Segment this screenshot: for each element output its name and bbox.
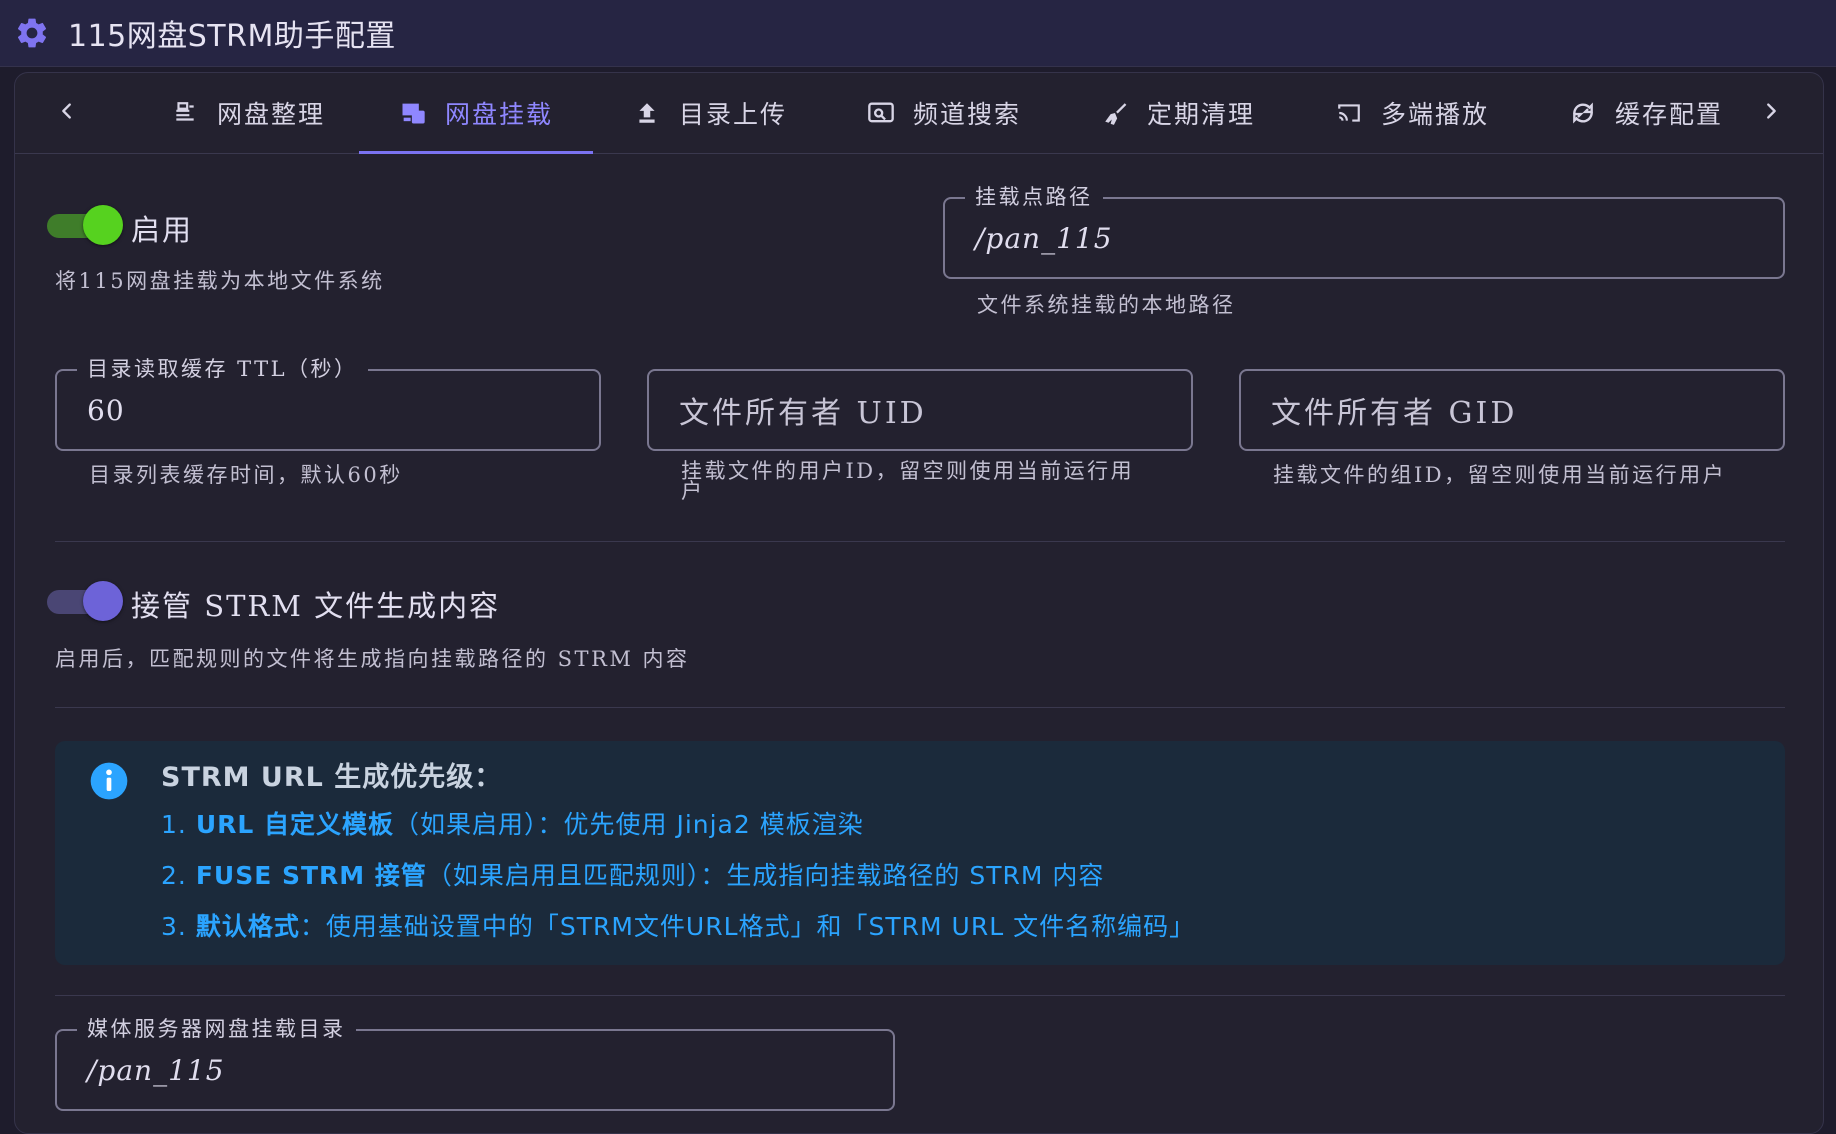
gear-icon xyxy=(14,15,50,51)
tab-label: 网盘挂载 xyxy=(444,100,553,129)
strm-takeover-label: 接管 STRM 文件生成内容 xyxy=(131,589,501,623)
dir-cache-ttl-value: 60 xyxy=(87,393,125,427)
media-server-mount-dir-value: /pan_115 xyxy=(87,1053,225,1087)
tab-scroll-left-button[interactable] xyxy=(47,91,87,131)
dir-cache-ttl-field[interactable]: 目录读取缓存 TTL（秒） 60 xyxy=(55,356,601,451)
info-icon xyxy=(90,762,128,800)
tab-label: 目录上传 xyxy=(678,100,787,129)
broom-icon xyxy=(1101,99,1129,127)
tab-label: 多端播放 xyxy=(1380,100,1489,129)
tab-bar: 网盘整理 网盘挂载 目录上传 频道搜索 定期清理 多端播放 缓存配置 xyxy=(15,73,1823,154)
file-owner-uid-placeholder: 文件所有者 UID xyxy=(679,396,927,431)
tab-label: 网盘整理 xyxy=(216,100,325,129)
tab-upload[interactable]: 目录上传 xyxy=(593,73,827,153)
title-bar: 115网盘STRM助手配置 xyxy=(0,0,1836,67)
strm-priority-info-alert: STRM URL 生成优先级： 1. URL 自定义模板（如果启用）：优先使用 … xyxy=(55,741,1785,965)
enable-mount-hint: 将115网盘挂载为本地文件系统 xyxy=(55,269,385,293)
cast-icon xyxy=(1335,99,1363,127)
info-line-1: 1. URL 自定义模板（如果启用）：优先使用 Jinja2 模板渲染 xyxy=(161,810,864,839)
upload-icon xyxy=(633,99,661,127)
divider xyxy=(55,707,1785,708)
tab-multi-play[interactable]: 多端播放 xyxy=(1295,73,1529,153)
mount-path-field[interactable]: 挂载点路径 /pan_115 xyxy=(943,184,1785,279)
file-owner-gid-hint: 挂载文件的组ID，留空则使用当前运行用户 xyxy=(1273,463,1727,487)
mount-path-value: /pan_115 xyxy=(975,221,1113,255)
divider xyxy=(55,995,1785,996)
file-owner-gid-field[interactable]: 文件所有者 GID xyxy=(1239,369,1785,451)
strm-takeover-hint: 启用后，匹配规则的文件将生成指向挂载路径的 STRM 内容 xyxy=(55,647,690,671)
mount-path-hint: 文件系统挂载的本地路径 xyxy=(977,293,1236,317)
tab-sort[interactable]: 网盘整理 xyxy=(131,73,365,153)
drive-mount-icon xyxy=(399,99,427,127)
info-line-3: 3. 默认格式：使用基础设置中的「STRM文件URL格式」和「STRM URL … xyxy=(161,912,1196,941)
tab-label: 定期清理 xyxy=(1146,100,1255,129)
info-heading: STRM URL 生成优先级： xyxy=(161,762,503,793)
file-owner-uid-hint-line-1: 挂载文件的用户ID，留空则使用当前运行用 xyxy=(681,459,1135,483)
divider xyxy=(55,541,1785,542)
file-owner-uid-hint: 挂载文件的用户ID，留空则使用当前运行用 户 xyxy=(681,459,1134,503)
tab-cache-config[interactable]: 缓存配置 xyxy=(1529,73,1763,153)
settings-panel: 网盘整理 网盘挂载 目录上传 频道搜索 定期清理 多端播放 缓存配置 启用 将1… xyxy=(14,72,1824,1134)
tab-label: 频道搜索 xyxy=(912,100,1021,129)
file-owner-gid-placeholder: 文件所有者 GID xyxy=(1271,396,1518,431)
info-line-2: 2. FUSE STRM 接管（如果启用且匹配规则）：生成指向挂载路径的 STR… xyxy=(161,861,1105,890)
media-server-mount-dir-field[interactable]: 媒体服务器网盘挂载目录 /pan_115 xyxy=(55,1016,895,1111)
tab-label: 缓存配置 xyxy=(1614,100,1723,129)
channel-search-icon xyxy=(867,99,895,127)
tab-scroll-right-button[interactable] xyxy=(1751,91,1791,131)
file-owner-uid-field[interactable]: 文件所有者 UID xyxy=(647,369,1193,451)
enable-mount-toggle[interactable] xyxy=(47,205,123,245)
tab-cleanup[interactable]: 定期清理 xyxy=(1061,73,1295,153)
window-title: 115网盘STRM助手配置 xyxy=(68,19,396,54)
enable-mount-label: 启用 xyxy=(131,213,194,247)
chevron-left-icon xyxy=(62,103,71,119)
refresh-icon xyxy=(1569,99,1597,127)
tab-channel-search[interactable]: 频道搜索 xyxy=(827,73,1061,153)
tab-drive-mount[interactable]: 网盘挂载 xyxy=(359,73,593,154)
dir-cache-ttl-hint: 目录列表缓存时间，默认60秒 xyxy=(89,463,403,487)
chevron-right-icon xyxy=(1767,103,1776,119)
sort-icon xyxy=(171,99,199,127)
strm-takeover-toggle[interactable] xyxy=(47,581,123,621)
